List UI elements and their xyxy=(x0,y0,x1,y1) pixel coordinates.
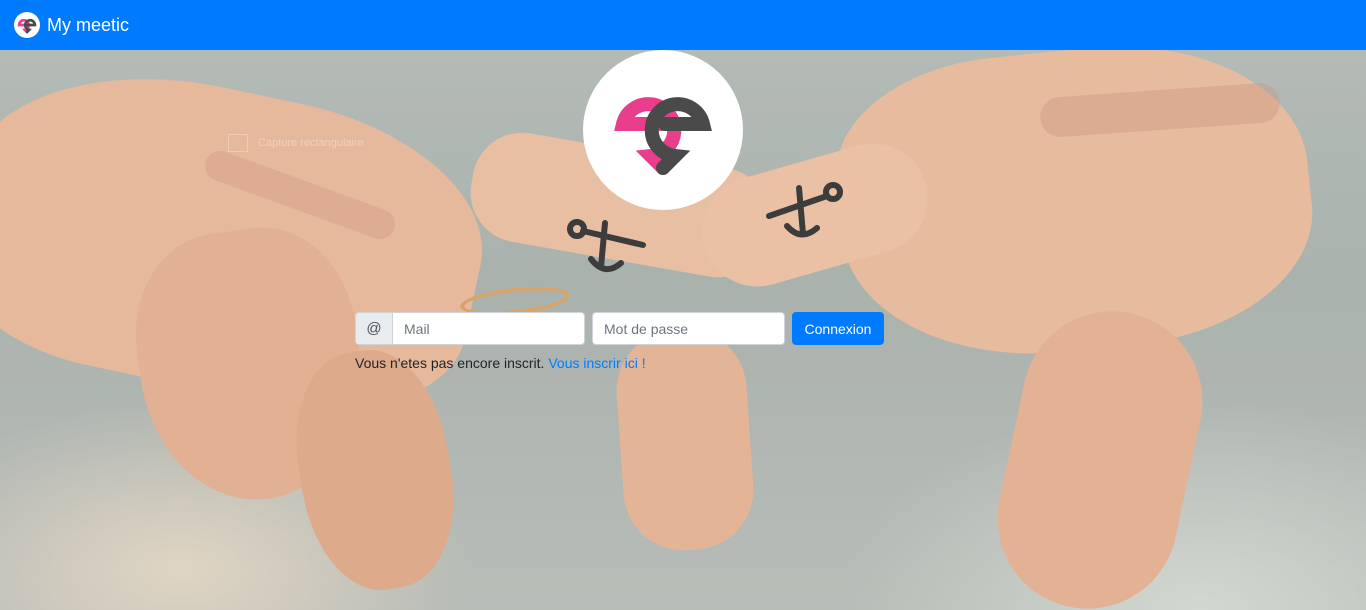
login-button[interactable]: Connexion xyxy=(792,312,884,345)
meetic-main-logo xyxy=(583,50,743,210)
register-prompt: Vous n'etes pas encore inscrit. Vous ins… xyxy=(355,355,646,371)
top-navbar: My meetic xyxy=(0,0,1366,50)
ghost-capture-overlay: Capture rectangulaire xyxy=(228,134,364,152)
anchor-tattoo-icon xyxy=(766,182,843,238)
brand-text: My meetic xyxy=(47,14,130,35)
password-input[interactable] xyxy=(592,312,785,345)
register-link[interactable]: Vous inscrir ici ! xyxy=(548,355,645,371)
anchor-tattoo-icon xyxy=(567,219,646,272)
register-prompt-text: Vous n'etes pas encore inscrit. xyxy=(355,355,545,371)
meetic-heart-logo-icon xyxy=(614,97,712,175)
brand-link[interactable]: My meetic xyxy=(14,12,129,38)
meetic-logo-icon xyxy=(14,12,40,38)
email-input-group: @ xyxy=(355,312,585,345)
email-input[interactable] xyxy=(392,312,585,345)
login-form: @ Connexion xyxy=(355,312,884,345)
at-sign-addon: @ xyxy=(355,312,392,345)
